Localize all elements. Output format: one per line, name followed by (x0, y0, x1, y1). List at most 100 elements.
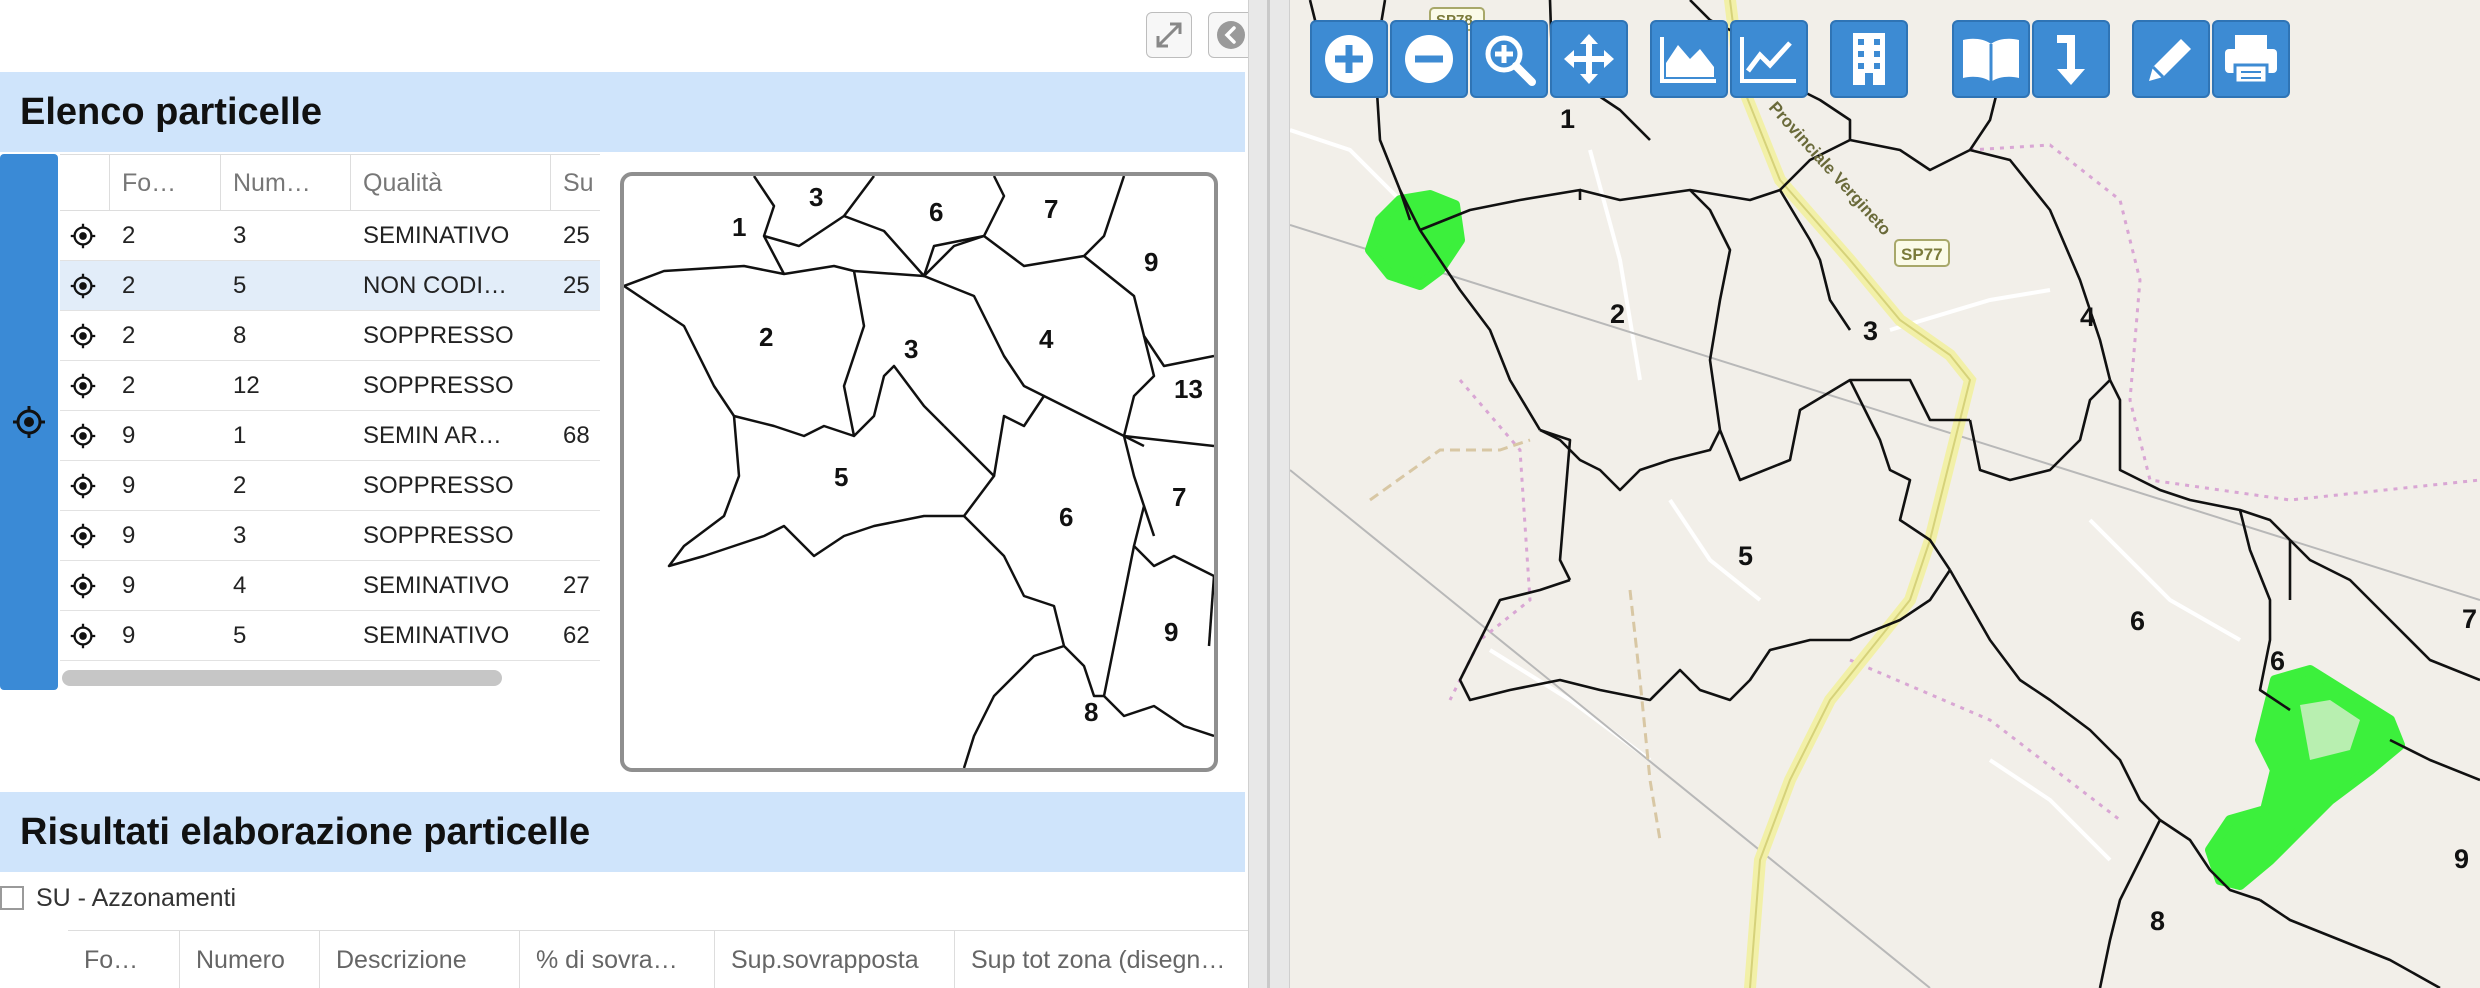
cell-foglio: 2 (122, 322, 136, 349)
preview-label: 7 (1044, 194, 1058, 224)
target-icon[interactable] (70, 423, 96, 449)
road-label-sp77: SP77 (1901, 245, 1943, 264)
book-button[interactable] (1952, 20, 2030, 98)
map-parcel-label: 7 (2462, 604, 2477, 634)
map-view[interactable]: SP77 SP78 Provinciale Vergineto 1 2 3 4 … (1290, 0, 2480, 988)
cell-qualita: SOPPRESSO (363, 472, 514, 499)
table-row[interactable]: 9 1 SEMIN AR… 68 (60, 411, 600, 461)
preview-label: 6 (1059, 502, 1073, 532)
table-row[interactable]: 2 12 SOPPRESSO (60, 361, 600, 411)
su-azzonamenti-label: SU - Azzonamenti (36, 883, 237, 912)
table-row[interactable]: 2 5 NON CODI… 25 (60, 261, 600, 311)
arrow-down-icon (2057, 35, 2085, 85)
preview-label: 9 (1144, 247, 1158, 277)
cell-foglio: 2 (122, 372, 136, 399)
collapse-button[interactable] (1208, 12, 1248, 58)
map-parcel-label: 8 (2150, 906, 2165, 936)
move-arrows-icon (1564, 34, 1614, 84)
cell-numero: 3 (233, 222, 247, 249)
chevron-left-circle-icon (1217, 21, 1245, 49)
res-col-descrizione[interactable]: Descrizione (320, 931, 520, 988)
map-parcel-label: 1 (1560, 104, 1575, 134)
preview-label: 2 (759, 322, 773, 352)
zoom-in-button[interactable] (1310, 20, 1388, 98)
cell-numero: 5 (233, 272, 247, 299)
preview-label: 5 (834, 462, 848, 492)
target-icon[interactable] (70, 473, 96, 499)
locate-all-button[interactable] (0, 154, 58, 690)
target-icon[interactable] (70, 273, 96, 299)
res-col-foglio[interactable]: Fo… (68, 931, 180, 988)
col-superficie[interactable]: Su (551, 155, 600, 211)
map-preview[interactable]: 1 3 6 7 9 2 3 4 13 5 6 7 9 8 (620, 172, 1218, 772)
cell-sup: 25 (563, 222, 590, 249)
particelle-grid: Fo… Num… Qualità Su 2 3 SEMINATIVO 25 2 5 NON … (60, 154, 600, 693)
table-row[interactable]: 9 4 SEMINATIVO 27 (60, 561, 600, 611)
cell-foglio: 2 (122, 272, 136, 299)
header-icon-col (60, 155, 110, 211)
table-row[interactable]: 2 8 SOPPRESSO (60, 311, 600, 361)
cell-sup (551, 361, 600, 411)
preview-label: 3 (904, 334, 918, 364)
res-col-percentuale[interactable]: % di sovra… (520, 931, 715, 988)
su-azzonamenti-option[interactable]: SU - Azzonamenti (0, 880, 236, 916)
target-icon[interactable] (70, 323, 96, 349)
preview-label: 3 (809, 182, 823, 212)
map-parcel-label: 9 (2454, 844, 2469, 874)
open-book-icon (1963, 38, 2019, 82)
cell-qualita: SEMINATIVO (363, 572, 510, 599)
panel-splitter[interactable] (1248, 0, 1290, 988)
cell-foglio: 9 (122, 422, 136, 449)
map-canvas[interactable]: SP77 SP78 Provinciale Vergineto 1 2 3 4 … (1290, 0, 2480, 988)
su-azzonamenti-checkbox[interactable] (0, 886, 24, 910)
cell-sup (551, 311, 600, 361)
grid-horizontal-scrollbar[interactable] (62, 670, 502, 686)
area-chart-button[interactable] (1650, 20, 1728, 98)
table-row[interactable]: 9 2 SOPPRESSO (60, 461, 600, 511)
map-parcel-label: 6 (2270, 646, 2285, 676)
cell-foglio: 9 (122, 522, 136, 549)
line-chart-button[interactable] (1730, 20, 1808, 98)
cell-foglio: 9 (122, 472, 136, 499)
table-row[interactable]: 2 3 SEMINATIVO 25 (60, 211, 600, 261)
cell-qualita: SEMINATIVO (363, 222, 510, 249)
magnifier-plus-icon (1485, 35, 1536, 86)
preview-parcel-map: 1 3 6 7 9 2 3 4 13 5 6 7 9 8 (624, 176, 1214, 768)
expand-button[interactable] (1146, 12, 1192, 58)
target-icon[interactable] (70, 573, 96, 599)
cell-numero: 4 (233, 572, 247, 599)
download-button[interactable] (2032, 20, 2110, 98)
cell-numero: 12 (233, 372, 260, 399)
target-icon[interactable] (70, 523, 96, 549)
building-button[interactable] (1830, 20, 1908, 98)
expand-arrows-icon (1156, 22, 1182, 48)
cell-numero: 5 (233, 622, 247, 649)
cell-sup: 68 (563, 422, 590, 449)
col-foglio[interactable]: Fo… (110, 155, 221, 211)
elenco-particelle-title: Elenco particelle (0, 72, 1245, 152)
zoom-out-button[interactable] (1390, 20, 1468, 98)
preview-label: 4 (1039, 324, 1054, 354)
edit-button[interactable] (2132, 20, 2210, 98)
zoom-box-button[interactable] (1470, 20, 1548, 98)
target-icon[interactable] (70, 623, 96, 649)
col-qualita[interactable]: Qualità (351, 155, 551, 211)
table-row[interactable]: 9 3 SOPPRESSO (60, 511, 600, 561)
plus-icon (1325, 35, 1373, 83)
res-col-sup-sovrapposta[interactable]: Sup.sovrapposta (715, 931, 955, 988)
target-icon[interactable] (70, 373, 96, 399)
cell-qualita: NON CODI… (363, 272, 507, 299)
res-col-numero[interactable]: Numero (180, 931, 320, 988)
target-icon[interactable] (70, 223, 96, 249)
table-row[interactable]: 9 5 SEMINATIVO 62 (60, 611, 600, 661)
col-numero[interactable]: Num… (221, 155, 351, 211)
map-parcel-label: 2 (1610, 299, 1625, 329)
res-col-sup-tot-zona[interactable]: Sup tot zona (disegn… (955, 931, 1248, 988)
preview-label: 7 (1172, 482, 1186, 512)
cell-numero: 3 (233, 522, 247, 549)
cell-qualita: SOPPRESSO (363, 372, 514, 399)
pan-button[interactable] (1550, 20, 1628, 98)
cell-qualita: SOPPRESSO (363, 322, 514, 349)
print-button[interactable] (2212, 20, 2290, 98)
cell-foglio: 9 (122, 622, 136, 649)
